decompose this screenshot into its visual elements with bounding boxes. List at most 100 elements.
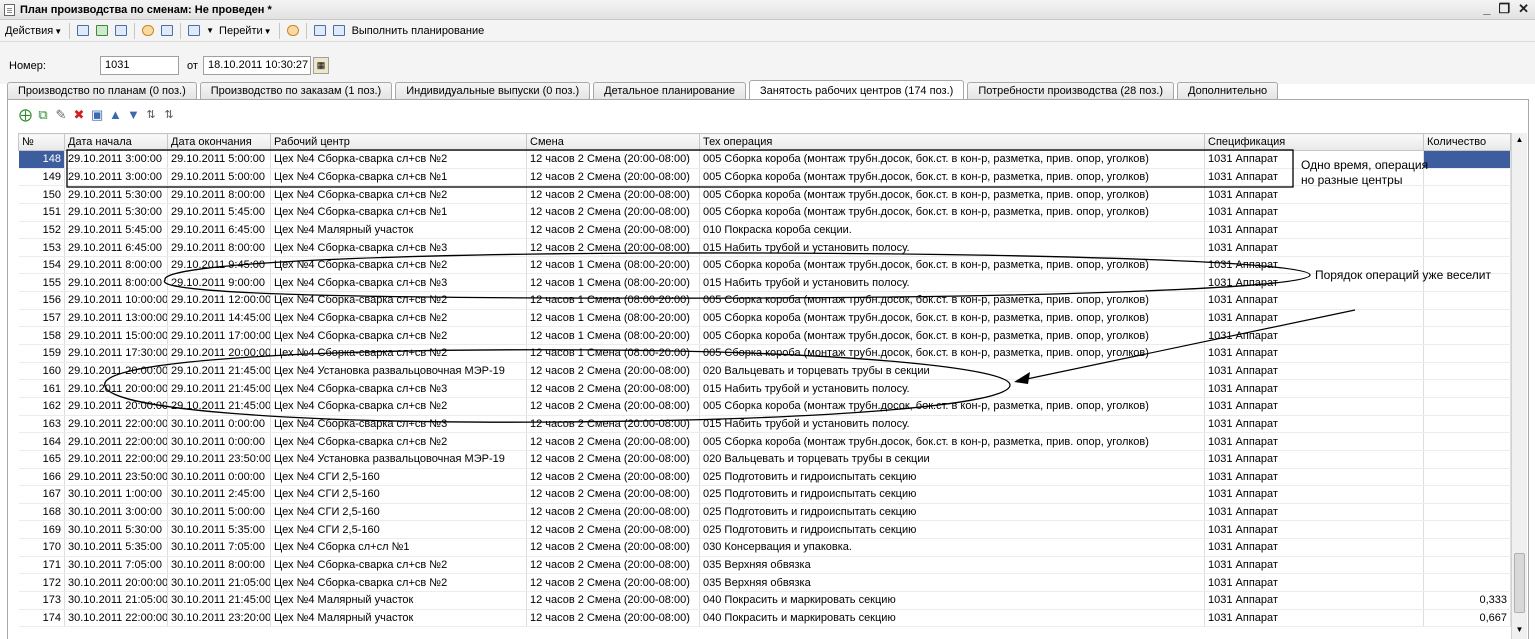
- table-row[interactable]: 154 29.10.2011 8:00:00 29.10.2011 9:45:00 Ц…: [18, 256, 1511, 275]
- cell-end-date[interactable]: 30.10.2011 21:05:00: [167, 573, 271, 593]
- scroll-thumb[interactable]: [1514, 553, 1525, 613]
- cell-number[interactable]: 163: [18, 415, 65, 434]
- cell-work-center[interactable]: Цех №4 Установка развальцовочная МЭР-19: [270, 450, 527, 469]
- cell-end-date[interactable]: 29.10.2011 21:45:00: [167, 397, 271, 416]
- cell-specification[interactable]: 1031 Аппарат: [1204, 326, 1424, 346]
- cell-number[interactable]: 168: [18, 503, 65, 522]
- col-header-specification[interactable]: Спецификация: [1204, 133, 1424, 151]
- cell-start-date[interactable]: 29.10.2011 17:30:00: [64, 344, 168, 363]
- cell-work-center[interactable]: Цех №4 Малярный участок: [270, 609, 527, 628]
- cell-quantity[interactable]: [1423, 538, 1511, 557]
- goto-menu[interactable]: Перейти▼: [217, 25, 274, 37]
- cell-start-date[interactable]: 29.10.2011 20:00:00: [64, 379, 168, 398]
- tab-orders[interactable]: Производство по заказам (1 поз.): [199, 82, 393, 100]
- table-row[interactable]: 156 29.10.2011 10:00:00 29.10.2011 12:00:0…: [18, 291, 1511, 310]
- cell-start-date[interactable]: 29.10.2011 13:00:00: [64, 309, 168, 328]
- cell-number[interactable]: 166: [18, 468, 65, 487]
- cell-work-center[interactable]: Цех №4 Сборка-сварка сл+св №2: [270, 291, 527, 310]
- cell-operation[interactable]: 005 Сборка короба (монтаж трубн.досок, б…: [699, 309, 1205, 328]
- cell-start-date[interactable]: 29.10.2011 22:00:00: [64, 450, 168, 469]
- cell-operation[interactable]: 040 Покрасить и маркировать секцию: [699, 609, 1205, 628]
- cell-end-date[interactable]: 30.10.2011 0:00:00: [167, 415, 271, 434]
- cell-operation[interactable]: 040 Покрасить и маркировать секцию: [699, 591, 1205, 610]
- cell-quantity[interactable]: [1423, 326, 1511, 346]
- cell-shift[interactable]: 12 часов 2 Смена (20:00-08:00): [526, 168, 700, 187]
- cell-number[interactable]: 150: [18, 185, 65, 204]
- cell-start-date[interactable]: 30.10.2011 21:05:00: [64, 591, 168, 610]
- table-row[interactable]: 167 30.10.2011 1:00:00 30.10.2011 2:45:00 Ц…: [18, 485, 1511, 504]
- cell-shift[interactable]: 12 часов 2 Смена (20:00-08:00): [526, 609, 700, 628]
- table-row[interactable]: 174 30.10.2011 22:00:00 30.10.2011 23:20:0…: [18, 609, 1511, 628]
- cell-work-center[interactable]: Цех №4 Сборка-сварка сл+св №3: [270, 379, 527, 398]
- cell-end-date[interactable]: 29.10.2011 5:45:00: [167, 203, 271, 222]
- col-header-shift[interactable]: Смена: [526, 133, 700, 151]
- cell-start-date[interactable]: 29.10.2011 5:30:00: [64, 185, 168, 204]
- end-edit-icon[interactable]: ▣: [91, 108, 103, 122]
- table-row[interactable]: 151 29.10.2011 5:30:00 29.10.2011 5:45:00 Ц…: [18, 203, 1511, 222]
- cell-number[interactable]: 170: [18, 538, 65, 557]
- cell-quantity[interactable]: [1423, 309, 1511, 328]
- cell-end-date[interactable]: 29.10.2011 21:45:00: [167, 379, 271, 398]
- cell-work-center[interactable]: Цех №4 СГИ 2,5-160: [270, 485, 527, 504]
- table-row[interactable]: 164 29.10.2011 22:00:00 30.10.2011 0:00:00…: [18, 432, 1511, 451]
- cell-end-date[interactable]: 29.10.2011 17:00:00: [167, 326, 271, 346]
- table-row[interactable]: 158 29.10.2011 15:00:00 29.10.2011 17:00:0…: [18, 326, 1511, 346]
- cell-start-date[interactable]: 29.10.2011 5:45:00: [64, 221, 168, 240]
- cell-quantity[interactable]: [1423, 344, 1511, 363]
- vertical-scrollbar[interactable]: ▲ ▼: [1511, 133, 1527, 639]
- table-row[interactable]: 152 29.10.2011 5:45:00 29.10.2011 6:45:00 Ц…: [18, 221, 1511, 240]
- cell-specification[interactable]: 1031 Аппарат: [1204, 503, 1424, 522]
- cell-shift[interactable]: 12 часов 2 Смена (20:00-08:00): [526, 432, 700, 451]
- cell-operation[interactable]: 025 Подготовить и гидроиспытать секцию: [699, 468, 1205, 487]
- cell-work-center[interactable]: Цех №4 Сборка-сварка сл+св №2: [270, 326, 527, 346]
- cell-start-date[interactable]: 30.10.2011 5:30:00: [64, 520, 168, 540]
- cell-number[interactable]: 161: [18, 379, 65, 398]
- cell-quantity[interactable]: [1423, 485, 1511, 504]
- cell-quantity[interactable]: [1423, 415, 1511, 434]
- cell-start-date[interactable]: 29.10.2011 8:00:00: [64, 273, 168, 293]
- cell-start-date[interactable]: 29.10.2011 22:00:00: [64, 415, 168, 434]
- cell-work-center[interactable]: Цех №4 Сборка-сварка сл+св №2: [270, 256, 527, 275]
- cell-operation[interactable]: 015 Набить трубой и установить полосу.: [699, 238, 1205, 257]
- cell-quantity[interactable]: [1423, 379, 1511, 398]
- col-header-end-date[interactable]: Дата окончания: [167, 133, 271, 151]
- cell-start-date[interactable]: 29.10.2011 22:00:00: [64, 432, 168, 451]
- table-row[interactable]: 171 30.10.2011 7:05:00 30.10.2011 8:00:00 Ц…: [18, 556, 1511, 575]
- cell-number[interactable]: 155: [18, 273, 65, 293]
- table-row[interactable]: 148 29.10.2011 3:00:00 29.10.2011 5:00:00 Ц…: [18, 150, 1511, 169]
- cell-shift[interactable]: 12 часов 2 Смена (20:00-08:00): [526, 573, 700, 593]
- cell-operation[interactable]: 005 Сборка короба (монтаж трубн.досок, б…: [699, 432, 1205, 451]
- cell-operation[interactable]: 010 Покраска короба секции.: [699, 221, 1205, 240]
- cell-end-date[interactable]: 29.10.2011 5:00:00: [167, 168, 271, 187]
- cell-quantity[interactable]: [1423, 520, 1511, 540]
- cell-specification[interactable]: 1031 Аппарат: [1204, 450, 1424, 469]
- cell-work-center[interactable]: Цех №4 Сборка-сварка сл+св №2: [270, 397, 527, 416]
- cell-operation[interactable]: 035 Верхняя обвязка: [699, 573, 1205, 593]
- cell-shift[interactable]: 12 часов 2 Смена (20:00-08:00): [526, 556, 700, 575]
- cell-start-date[interactable]: 30.10.2011 7:05:00: [64, 556, 168, 575]
- tab-needs[interactable]: Потребности производства (28 поз.): [967, 82, 1174, 100]
- cell-operation[interactable]: 005 Сборка короба (монтаж трубн.досок, б…: [699, 203, 1205, 222]
- chevron-down-icon[interactable]: ▼: [206, 26, 214, 35]
- cell-end-date[interactable]: 29.10.2011 5:00:00: [167, 150, 271, 169]
- tab-plans[interactable]: Производство по планам (0 поз.): [7, 82, 197, 100]
- cell-quantity[interactable]: [1423, 573, 1511, 593]
- table-row[interactable]: 160 29.10.2011 20:00:00 29.10.2011 21:45:0…: [18, 362, 1511, 381]
- cell-operation[interactable]: 015 Набить трубой и установить полосу.: [699, 379, 1205, 398]
- cell-work-center[interactable]: Цех №4 Сборка-сварка сл+св №2: [270, 573, 527, 593]
- cell-quantity[interactable]: [1423, 556, 1511, 575]
- cell-quantity[interactable]: [1423, 185, 1511, 204]
- sort-asc-icon[interactable]: ⇅: [145, 108, 157, 122]
- cell-end-date[interactable]: 29.10.2011 23:50:00: [167, 450, 271, 469]
- cell-number[interactable]: 173: [18, 591, 65, 610]
- cell-quantity[interactable]: [1423, 168, 1511, 187]
- cell-end-date[interactable]: 30.10.2011 5:00:00: [167, 503, 271, 522]
- minimize-icon[interactable]: _: [1483, 1, 1490, 17]
- cell-start-date[interactable]: 29.10.2011 20:00:00: [64, 397, 168, 416]
- cell-end-date[interactable]: 29.10.2011 8:00:00: [167, 185, 271, 204]
- cell-number[interactable]: 169: [18, 520, 65, 540]
- cell-shift[interactable]: 12 часов 1 Смена (08:00-20:00): [526, 309, 700, 328]
- cell-specification[interactable]: 1031 Аппарат: [1204, 468, 1424, 487]
- settings-icon[interactable]: [331, 23, 347, 39]
- cell-shift[interactable]: 12 часов 2 Смена (20:00-08:00): [526, 520, 700, 540]
